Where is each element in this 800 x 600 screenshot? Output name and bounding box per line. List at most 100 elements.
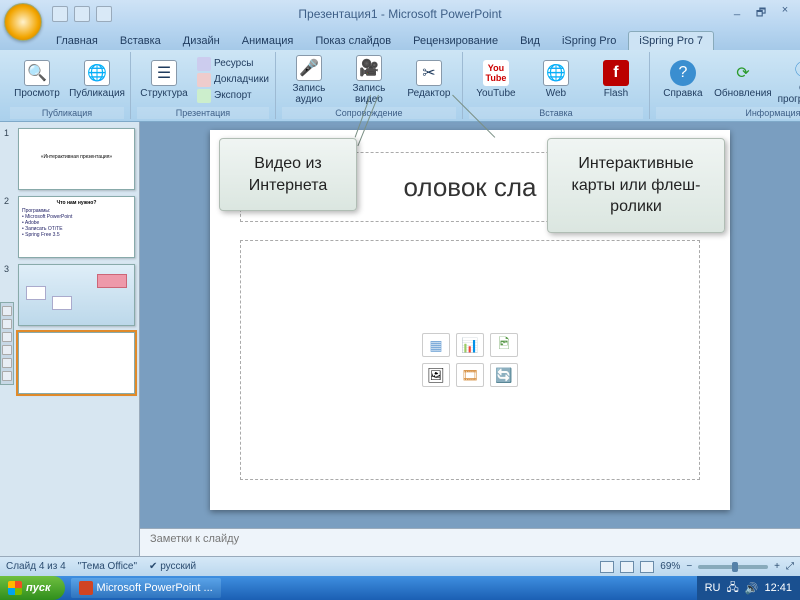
- slide-content-placeholder[interactable]: ▦ 📊 🖻 🖼 🎞 🔄: [240, 240, 700, 480]
- view-normal-button[interactable]: [600, 561, 614, 573]
- youtube-icon: YouTube: [483, 60, 509, 86]
- view-sorter-button[interactable]: [620, 561, 634, 573]
- flash-button[interactable]: fFlash: [589, 60, 643, 99]
- system-tray: RU 🖧 🔊 12:41: [697, 576, 800, 600]
- group-label-presentation: Презентация: [137, 107, 269, 119]
- thumb-3[interactable]: 3: [4, 264, 135, 326]
- redo-icon[interactable]: [96, 6, 112, 22]
- ribbon-group-info: ?Справка ⟳Обновления ⓘО программе ✔Актив…: [650, 52, 800, 119]
- help-icon: ?: [670, 60, 696, 86]
- magnifier-icon: 🔍: [24, 60, 50, 86]
- tray-lang[interactable]: RU: [705, 582, 721, 594]
- group-label-info: Информация: [656, 107, 800, 119]
- tray-network-icon[interactable]: 🖧: [727, 579, 739, 598]
- undo-icon[interactable]: [74, 6, 90, 22]
- tool-icon[interactable]: [2, 371, 12, 381]
- export-icon: [197, 89, 211, 103]
- person-icon: [197, 73, 211, 87]
- tab-ispring[interactable]: iSpring Pro: [552, 32, 626, 50]
- tray-volume-icon[interactable]: 🔊: [745, 582, 759, 595]
- thumb-4[interactable]: 4: [4, 332, 135, 394]
- zoom-slider[interactable]: [698, 565, 768, 569]
- group-label-insert: Вставка: [469, 107, 643, 119]
- scissors-icon: ✂: [416, 60, 442, 86]
- status-theme: "Тема Office": [78, 561, 137, 572]
- status-bar: Слайд 4 из 4 "Тема Office" ✔ русский 69%…: [0, 556, 800, 576]
- status-slide-count: Слайд 4 из 4: [6, 561, 66, 572]
- annotation-callout-flash: Интерактивные карты или флеш-ролики: [547, 138, 725, 233]
- help-button[interactable]: ?Справка: [656, 60, 710, 99]
- web-button[interactable]: 🌐Web: [529, 60, 583, 99]
- insert-clipart-icon[interactable]: 🎞: [456, 363, 484, 387]
- insert-picture-icon[interactable]: 🖼: [422, 363, 450, 387]
- updates-button[interactable]: ⟳Обновления: [716, 60, 770, 99]
- ribbon: 🔍Просмотр 🌐Публикация Публикация ☰Структ…: [0, 50, 800, 122]
- tool-icon[interactable]: [2, 345, 12, 355]
- thumb-1[interactable]: 1 «Интерактивная презентация»: [4, 128, 135, 190]
- start-button[interactable]: пуск: [0, 576, 65, 600]
- tool-icon[interactable]: [2, 332, 12, 342]
- tab-home[interactable]: Главная: [46, 32, 108, 50]
- office-button[interactable]: [4, 3, 42, 41]
- slide-thumbnails-panel: 1 «Интерактивная презентация» 2 Что нам …: [0, 122, 140, 556]
- export-button[interactable]: Экспорт: [197, 89, 269, 103]
- taskbar-app-powerpoint[interactable]: Microsoft PowerPoint ...: [71, 578, 221, 598]
- window-title: Презентация1 - Microsoft PowerPoint: [0, 7, 800, 21]
- tab-insert[interactable]: Вставка: [110, 32, 171, 50]
- thumb-2[interactable]: 2 Что нам нужно?Программы: • Microsoft P…: [4, 196, 135, 258]
- notes-pane[interactable]: Заметки к слайду: [140, 528, 800, 556]
- tool-icon[interactable]: [2, 358, 12, 368]
- tab-slideshow[interactable]: Показ слайдов: [305, 32, 401, 50]
- tab-ispring7[interactable]: iSpring Pro 7: [628, 31, 714, 50]
- insert-smartart-icon[interactable]: 🖻: [490, 333, 518, 357]
- tab-animation[interactable]: Анимация: [232, 32, 304, 50]
- structure-button[interactable]: ☰Структура: [137, 60, 191, 99]
- editor-button[interactable]: ✂Редактор: [402, 60, 456, 99]
- refresh-icon: ⟳: [730, 60, 756, 86]
- insert-chart-icon[interactable]: 📊: [456, 333, 484, 357]
- mic-icon: 🎤: [296, 55, 322, 81]
- list-icon: ☰: [151, 60, 177, 86]
- youtube-button[interactable]: YouTubeYouTube: [469, 60, 523, 99]
- about-button[interactable]: ⓘО программе: [776, 55, 800, 105]
- zoom-level[interactable]: 69%: [660, 561, 680, 572]
- content-placeholder-icons: ▦ 📊 🖻 🖼 🎞 🔄: [422, 333, 518, 387]
- group-label-publish: Публикация: [10, 107, 124, 119]
- view-slideshow-button[interactable]: [640, 561, 654, 573]
- windows-taskbar: пуск Microsoft PowerPoint ... RU 🖧 🔊 12:…: [0, 576, 800, 600]
- tool-icon[interactable]: [2, 306, 12, 316]
- quick-access-toolbar: [52, 6, 112, 22]
- ribbon-group-insert: YouTubeYouTube 🌐Web fFlash Вставка: [463, 52, 650, 119]
- mini-toolbar[interactable]: [0, 302, 14, 385]
- tab-view[interactable]: Вид: [510, 32, 550, 50]
- save-icon[interactable]: [52, 6, 68, 22]
- title-bar: Презентация1 - Microsoft PowerPoint _ 🗗 …: [0, 0, 800, 28]
- info-icon: ⓘ: [790, 55, 800, 81]
- insert-table-icon[interactable]: ▦: [422, 333, 450, 357]
- close-button[interactable]: ×: [776, 4, 794, 23]
- powerpoint-icon: [79, 581, 93, 595]
- rec-audio-button[interactable]: 🎤Запись аудио: [282, 55, 336, 105]
- preview-button[interactable]: 🔍Просмотр: [10, 60, 64, 99]
- resources-button[interactable]: Ресурсы: [197, 57, 269, 71]
- globe-arrow-icon: 🌐: [84, 60, 110, 86]
- tab-design[interactable]: Дизайн: [173, 32, 230, 50]
- globe-icon: 🌐: [543, 60, 569, 86]
- tool-icon[interactable]: [2, 319, 12, 329]
- zoom-in-button[interactable]: +: [774, 561, 780, 572]
- presenters-button[interactable]: Докладчики: [197, 73, 269, 87]
- tray-clock[interactable]: 12:41: [764, 582, 792, 594]
- insert-media-icon[interactable]: 🔄: [490, 363, 518, 387]
- minimize-button[interactable]: _: [728, 4, 746, 23]
- annotation-callout-video: Видео из Интернета: [219, 138, 357, 211]
- restore-button[interactable]: 🗗: [752, 4, 770, 23]
- tab-review[interactable]: Рецензирование: [403, 32, 508, 50]
- fit-to-window-button[interactable]: ⤢: [786, 561, 794, 572]
- camera-icon: 🎥: [356, 55, 382, 81]
- ribbon-group-publish: 🔍Просмотр 🌐Публикация Публикация: [4, 52, 131, 119]
- zoom-out-button[interactable]: −: [686, 561, 692, 572]
- link-icon: [197, 57, 211, 71]
- status-language[interactable]: ✔ русский: [149, 561, 196, 572]
- flash-icon: f: [603, 60, 629, 86]
- publish-button[interactable]: 🌐Публикация: [70, 60, 124, 99]
